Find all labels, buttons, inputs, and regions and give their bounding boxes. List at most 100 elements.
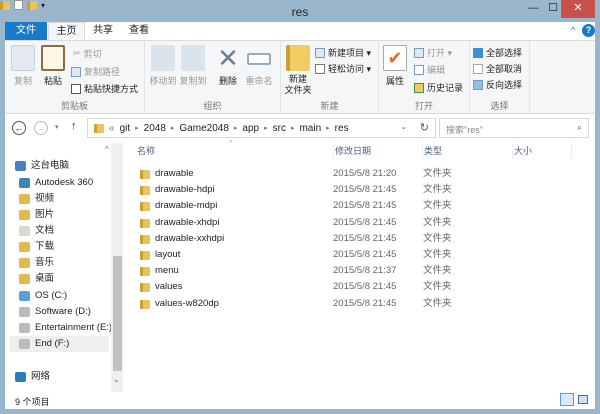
- nav-item[interactable]: Entertainment (E:): [19, 320, 111, 336]
- crumb-app[interactable]: app: [242, 123, 259, 134]
- crumb-res[interactable]: res: [335, 123, 349, 134]
- nav-label: Entertainment (E:): [35, 322, 111, 333]
- recent-dropdown-icon[interactable]: ▾: [55, 123, 59, 131]
- file-row[interactable]: layout 2015/5/8 21:45 文件夹: [140, 247, 580, 263]
- nav-scrollbar-thumb[interactable]: [113, 256, 122, 371]
- new-folder-button[interactable]: 新建 文件夹: [283, 45, 313, 96]
- maximize-button[interactable]: ☐: [546, 0, 560, 18]
- help-icon[interactable]: ?: [582, 24, 595, 37]
- folder-icon: [140, 299, 150, 309]
- nav-item[interactable]: 桌面: [19, 271, 111, 287]
- large-icons-view-button[interactable]: [578, 395, 588, 404]
- file-name: drawable-hdpi: [155, 184, 215, 196]
- collapse-ribbon-icon[interactable]: ^: [571, 25, 575, 35]
- file-name: drawable-xxhdpi: [155, 232, 225, 244]
- file-row[interactable]: drawable-xhdpi 2015/5/8 21:45 文件夹: [140, 215, 580, 231]
- file-row[interactable]: drawable-mdpi 2015/5/8 21:45 文件夹: [140, 198, 580, 214]
- select-none-icon: [473, 63, 483, 74]
- file-row[interactable]: drawable 2015/5/8 21:20 文件夹: [140, 166, 580, 182]
- nav-item[interactable]: OS (C:): [19, 288, 111, 304]
- nav-item[interactable]: 下载: [19, 239, 111, 255]
- invert-selection-button[interactable]: 反向选择: [473, 78, 522, 91]
- open-button[interactable]: 打开 ▾: [414, 46, 452, 59]
- folder-icon: [140, 234, 150, 244]
- easy-access-button[interactable]: 轻松访问 ▾: [315, 62, 371, 75]
- nav-item[interactable]: 音乐: [19, 255, 111, 271]
- rename-button[interactable]: 重命名: [243, 45, 275, 87]
- navigation-pane: 这台电脑 Autodesk 360 视频图片文档 下载 音乐 桌面 OS (C:) Softw…: [5, 143, 123, 392]
- close-button[interactable]: ✕: [561, 0, 595, 18]
- folder-icon: [140, 170, 150, 179]
- tab-home[interactable]: 主页: [48, 22, 85, 40]
- crumb-separator[interactable]: ▸: [291, 124, 295, 132]
- select-none-button[interactable]: 全部取消: [473, 62, 522, 75]
- select-all-button[interactable]: 全部选择: [473, 46, 522, 59]
- crumb-separator[interactable]: ▸: [135, 124, 139, 132]
- cut-button[interactable]: ✂ 剪切: [73, 47, 102, 60]
- file-type: 文件夹: [423, 297, 452, 309]
- up-button[interactable]: ↑: [71, 120, 77, 132]
- nav-item[interactable]: 图片: [19, 207, 111, 223]
- file-row[interactable]: menu 2015/5/8 21:37 文件夹: [140, 263, 580, 279]
- delete-button[interactable]: ✕ 删除: [213, 45, 243, 87]
- file-date: 2015/5/8 21:45: [333, 297, 397, 309]
- crumb-game2048[interactable]: Game2048: [179, 123, 228, 134]
- file-name: drawable-mdpi: [155, 200, 218, 212]
- file-row[interactable]: values-w820dp 2015/5/8 21:45 文件夹: [140, 296, 580, 312]
- forward-button[interactable]: →: [34, 121, 48, 135]
- file-row[interactable]: values 2015/5/8 21:45 文件夹: [140, 279, 580, 295]
- crumb-separator[interactable]: ▸: [234, 124, 238, 132]
- nav-item[interactable]: 视频: [19, 191, 111, 207]
- copy-path-button[interactable]: 复制路径: [71, 65, 120, 78]
- crumb-src[interactable]: src: [273, 123, 286, 134]
- nav-item[interactable]: End (F:): [9, 336, 109, 352]
- crumb-separator[interactable]: ▸: [326, 124, 330, 132]
- minimize-button[interactable]: —: [520, 0, 546, 18]
- column-header-size[interactable]: 大小: [512, 143, 572, 159]
- tab-file[interactable]: 文件: [5, 22, 47, 40]
- scroll-down-icon[interactable]: ⌄: [113, 375, 120, 384]
- address-bar-row: ← → ▾ ↑ « git ▸ 2048 ▸ Game2048 ▸ app ▸ src ▸…: [5, 114, 595, 143]
- edit-button[interactable]: 编辑: [414, 63, 445, 76]
- nav-label: 图片: [35, 209, 55, 220]
- nav-item[interactable]: 这台电脑: [15, 158, 107, 174]
- file-type: 文件夹: [423, 168, 452, 179]
- search-input[interactable]: 搜索"res" ⌕: [439, 118, 589, 138]
- crumb-main[interactable]: main: [299, 123, 321, 134]
- properties-button[interactable]: ✔ 属性: [381, 45, 409, 87]
- invert-selection-icon: [473, 79, 483, 90]
- overflow-chevron[interactable]: «: [109, 123, 115, 134]
- tab-share[interactable]: 共享: [85, 22, 121, 40]
- nav-item[interactable]: 网络: [15, 369, 107, 385]
- address-dropdown-icon[interactable]: ⌄: [400, 122, 407, 131]
- crumb-separator[interactable]: ▸: [264, 124, 268, 132]
- history-button[interactable]: 历史记录: [414, 81, 463, 94]
- nav-item[interactable]: 文档: [19, 223, 111, 239]
- file-row[interactable]: drawable-xxhdpi 2015/5/8 21:45 文件夹: [140, 231, 580, 247]
- column-header-name[interactable]: 名称: [137, 143, 333, 159]
- details-view-button[interactable]: [560, 393, 574, 406]
- copy-button[interactable]: 复制: [9, 45, 37, 87]
- nav-label: Software (D:): [35, 306, 91, 317]
- nav-item[interactable]: Software (D:): [19, 304, 111, 320]
- back-button[interactable]: ←: [12, 121, 26, 135]
- scroll-up-icon[interactable]: ^: [105, 145, 109, 154]
- address-box[interactable]: « git ▸ 2048 ▸ Game2048 ▸ app ▸ src ▸ main ▸ r…: [87, 118, 436, 138]
- crumb-2048[interactable]: 2048: [144, 123, 166, 134]
- tab-view[interactable]: 查看: [121, 22, 157, 40]
- move-to-button[interactable]: 移动到: [148, 45, 178, 87]
- new-group-label: 新建: [320, 101, 339, 111]
- copy-to-button[interactable]: 复制到: [178, 45, 208, 87]
- paste-shortcut-button[interactable]: 粘贴快捷方式: [71, 82, 138, 95]
- crumb-separator[interactable]: ▸: [171, 124, 175, 132]
- new-item-button[interactable]: 新建项目 ▾: [315, 46, 371, 59]
- column-header-type[interactable]: 类型: [422, 143, 512, 159]
- file-row[interactable]: drawable-hdpi 2015/5/8 21:45 文件夹: [140, 182, 580, 198]
- title-bar: ▾ res — ☐ ✕: [0, 0, 600, 22]
- column-header-date[interactable]: 修改日期: [333, 143, 421, 159]
- paste-button[interactable]: 粘贴: [39, 45, 67, 87]
- crumb-git[interactable]: git: [120, 123, 131, 134]
- refresh-icon[interactable]: ↻: [420, 121, 429, 134]
- nav-item[interactable]: Autodesk 360: [19, 175, 111, 191]
- folder-icon: [94, 123, 104, 133]
